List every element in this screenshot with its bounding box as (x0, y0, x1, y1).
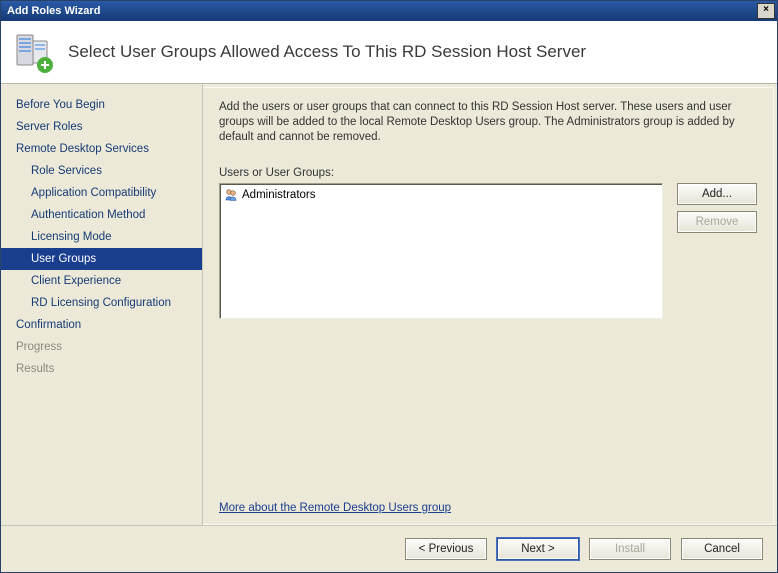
titlebar: Add Roles Wizard × (1, 1, 777, 21)
help-link[interactable]: More about the Remote Desktop Users grou… (219, 502, 451, 514)
page-title: Select User Groups Allowed Access To Thi… (68, 42, 586, 62)
users-groups-listbox[interactable]: Administrators (219, 183, 663, 319)
list-item-label: Administrators (242, 189, 316, 201)
previous-button[interactable]: < Previous (405, 538, 487, 560)
nav-item-server-roles[interactable]: Server Roles (1, 116, 202, 138)
next-button[interactable]: Next > (497, 538, 579, 560)
wizard-nav: Before You BeginServer RolesRemote Deskt… (1, 84, 203, 525)
wizard-window: Add Roles Wizard × Select User Groups Al… (0, 0, 778, 573)
nav-item-application-compatibility[interactable]: Application Compatibility (1, 182, 202, 204)
nav-item-rd-licensing-configuration[interactable]: RD Licensing Configuration (1, 292, 202, 314)
wizard-content: Add the users or user groups that can co… (203, 87, 774, 525)
list-label: Users or User Groups: (219, 167, 757, 179)
nav-item-licensing-mode[interactable]: Licensing Mode (1, 226, 202, 248)
nav-item-progress: Progress (1, 336, 202, 358)
nav-item-confirmation[interactable]: Confirmation (1, 314, 202, 336)
description-text: Add the users or user groups that can co… (219, 100, 757, 145)
close-button[interactable]: × (757, 3, 775, 19)
install-button: Install (589, 538, 671, 560)
nav-item-client-experience[interactable]: Client Experience (1, 270, 202, 292)
wizard-header: Select User Groups Allowed Access To Thi… (1, 21, 777, 84)
window-title: Add Roles Wizard (7, 5, 100, 17)
nav-item-role-services[interactable]: Role Services (1, 160, 202, 182)
cancel-button[interactable]: Cancel (681, 538, 763, 560)
group-icon (224, 188, 238, 202)
add-button[interactable]: Add... (677, 183, 757, 205)
wizard-footer: < Previous Next > Install Cancel (1, 525, 777, 572)
nav-item-before-you-begin[interactable]: Before You Begin (1, 94, 202, 116)
remove-button: Remove (677, 211, 757, 233)
list-item[interactable]: Administrators (224, 187, 658, 203)
nav-item-remote-desktop-services[interactable]: Remote Desktop Services (1, 138, 202, 160)
server-role-icon (11, 31, 53, 73)
nav-item-authentication-method[interactable]: Authentication Method (1, 204, 202, 226)
nav-item-results: Results (1, 358, 202, 380)
nav-item-user-groups[interactable]: User Groups (1, 248, 202, 270)
wizard-body: Before You BeginServer RolesRemote Deskt… (1, 84, 777, 525)
